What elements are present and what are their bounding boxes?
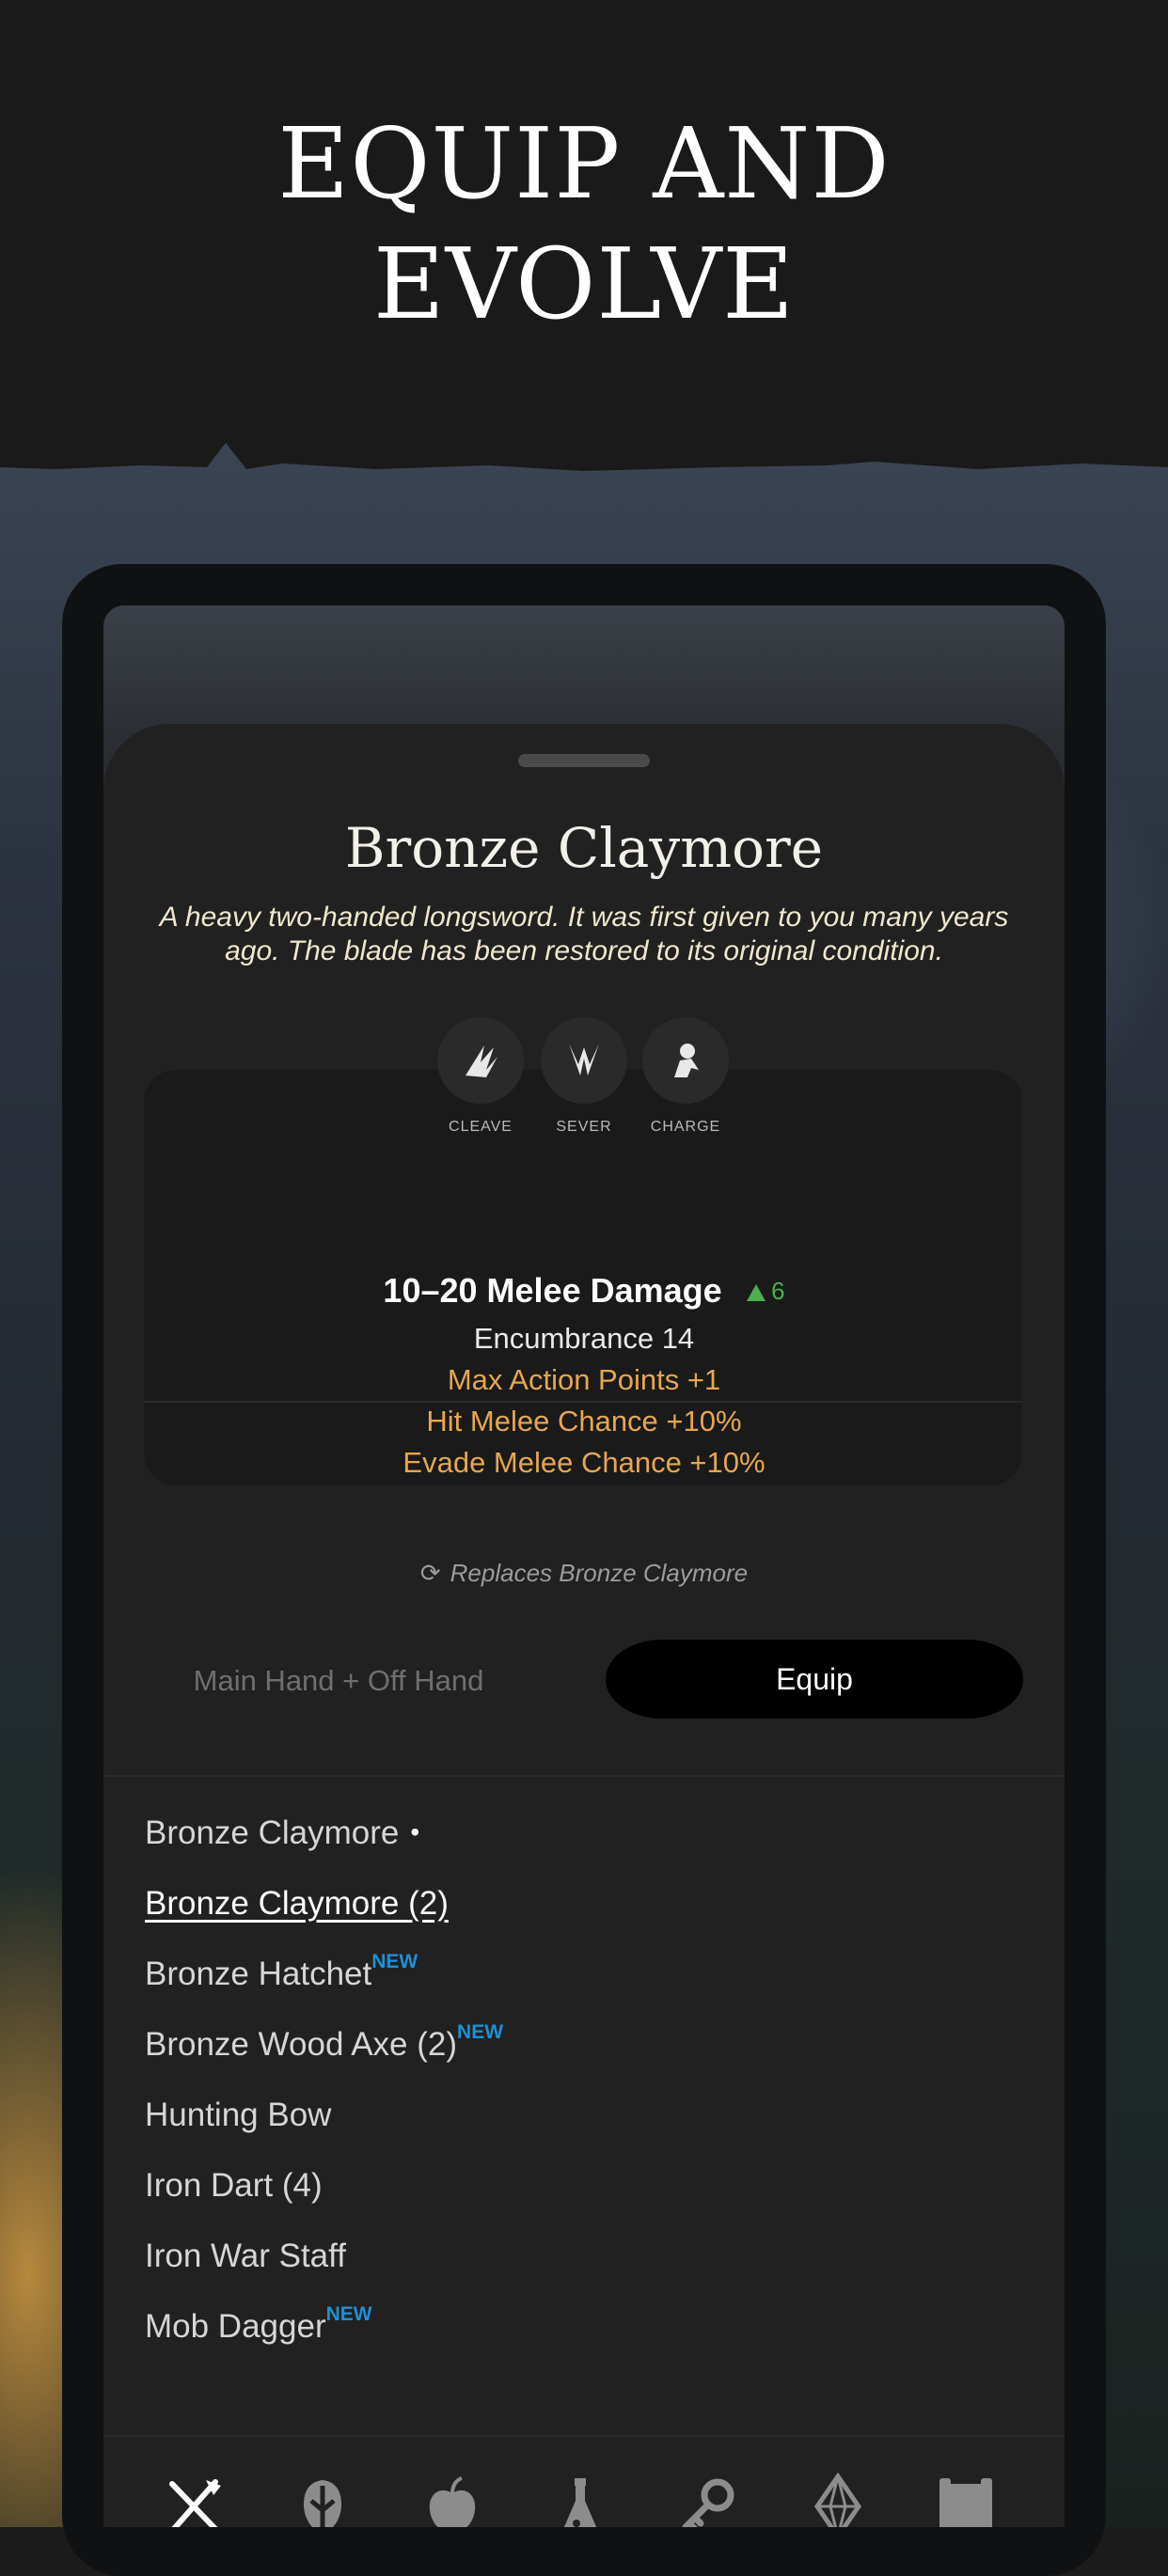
swap-icon: ⟳ bbox=[419, 1559, 441, 1587]
arrow-up-icon bbox=[747, 1283, 766, 1301]
sheet-grabber[interactable] bbox=[518, 754, 650, 767]
tab-keys[interactable] bbox=[658, 2473, 743, 2527]
cleave-icon bbox=[466, 1045, 497, 1077]
list-divider bbox=[103, 1775, 1065, 1777]
item-detail-sheet: Bronze Claymore A heavy two-handed longs… bbox=[103, 724, 1065, 2527]
ability-label: CLEAVE bbox=[449, 1119, 513, 1135]
item-name: Bronze Hatchet bbox=[145, 1956, 372, 1992]
ability-charge[interactable]: CHARGE bbox=[640, 1017, 731, 1136]
tab-weapons[interactable]: 8 bbox=[145, 2473, 229, 2527]
tab-armor[interactable]: 7 bbox=[273, 2473, 357, 2527]
inventory-item[interactable]: Mob DaggerNEW bbox=[145, 2303, 372, 2361]
ability-label: SEVER bbox=[556, 1119, 612, 1135]
torn-edge-decoration bbox=[0, 428, 1168, 471]
new-badge: NEW bbox=[325, 2303, 372, 2325]
gem-icon bbox=[813, 2473, 862, 2527]
item-description: A heavy two-handed longsword. It was fir… bbox=[159, 902, 1009, 966]
item-name: Bronze Claymore bbox=[145, 1814, 400, 1851]
sever-icon bbox=[569, 1044, 599, 1076]
tab-gems[interactable]: 2 bbox=[788, 2473, 873, 2527]
inventory-item[interactable]: Bronze Wood Axe (2)NEW bbox=[145, 2021, 503, 2079]
inventory-item[interactable]: Iron War Staff bbox=[145, 2238, 346, 2290]
item-name: Iron Dart (4) bbox=[145, 2167, 323, 2204]
hero-title: EQUIP AND EVOLVE bbox=[277, 106, 891, 341]
category-tab-bar: 8 7 bbox=[103, 2473, 1065, 2527]
bonus-stat: Evade Melee Chance +10% bbox=[402, 1446, 766, 1479]
bonus-stat: Hit Melee Chance +10% bbox=[426, 1405, 742, 1437]
charge-icon bbox=[674, 1044, 699, 1077]
item-title: Bronze Claymore bbox=[344, 816, 824, 880]
new-badge: NEW bbox=[371, 1951, 418, 1972]
equipped-dot: • bbox=[410, 1817, 420, 1846]
new-badge: NEW bbox=[457, 2021, 504, 2043]
potion-icon bbox=[563, 2478, 597, 2527]
equip-button[interactable]: Equip bbox=[606, 1640, 1023, 1719]
inventory-item[interactable]: Bronze HatchetNEW bbox=[145, 1951, 418, 2008]
tab-potions[interactable] bbox=[530, 2473, 615, 2527]
item-name: Hunting Bow bbox=[145, 2097, 332, 2133]
item-name: Mob Dagger bbox=[145, 2308, 326, 2345]
slot-label: Main Hand + Off Hand bbox=[193, 1664, 484, 1697]
damage-row: 10–20 Melee Damage 6 bbox=[103, 1271, 1065, 1311]
tab-food[interactable] bbox=[402, 2473, 487, 2527]
ability-sever[interactable]: SEVER bbox=[539, 1017, 629, 1136]
replaces-text: Replaces Bronze Claymore bbox=[450, 1559, 749, 1587]
ability-cleave[interactable]: CLEAVE bbox=[435, 1017, 526, 1136]
inventory-item[interactable]: Hunting Bow bbox=[145, 2097, 331, 2149]
item-name: Iron War Staff bbox=[145, 2238, 346, 2274]
damage-delta-value: 6 bbox=[771, 1276, 785, 1305]
armor-icon bbox=[304, 2480, 341, 2527]
item-name: Bronze Claymore (2) bbox=[145, 1885, 449, 1922]
ability-label: CHARGE bbox=[650, 1119, 721, 1135]
scroll-icon bbox=[939, 2478, 992, 2527]
inventory-item[interactable]: Iron Dart (4) bbox=[145, 2167, 323, 2220]
app-screen: Bronze Claymore A heavy two-handed longs… bbox=[103, 605, 1065, 2527]
ability-row: CLEAVE SEVER CHARGE bbox=[103, 1017, 1065, 1139]
encumbrance-stat: Encumbrance 14 bbox=[473, 1322, 695, 1355]
weapons-icon bbox=[169, 2479, 221, 2527]
damage-delta: 6 bbox=[747, 1276, 785, 1305]
tab-scrolls[interactable]: 3 bbox=[916, 2473, 1001, 2527]
inventory-item[interactable]: Bronze Claymore • bbox=[145, 1814, 419, 1867]
food-icon bbox=[429, 2476, 476, 2527]
tab-divider bbox=[103, 2435, 1065, 2437]
item-name: Bronze Wood Axe (2) bbox=[145, 2026, 458, 2063]
replaces-note: ⟳ Replaces Bronze Claymore bbox=[103, 1559, 1065, 1588]
stats-divider bbox=[144, 1401, 1022, 1403]
key-icon bbox=[682, 2478, 734, 2527]
inventory-item-selected[interactable]: Bronze Claymore (2) bbox=[145, 1885, 449, 1938]
bonus-stat: Max Action Points +1 bbox=[447, 1363, 721, 1396]
damage-value: 10–20 Melee Damage bbox=[383, 1271, 722, 1310]
